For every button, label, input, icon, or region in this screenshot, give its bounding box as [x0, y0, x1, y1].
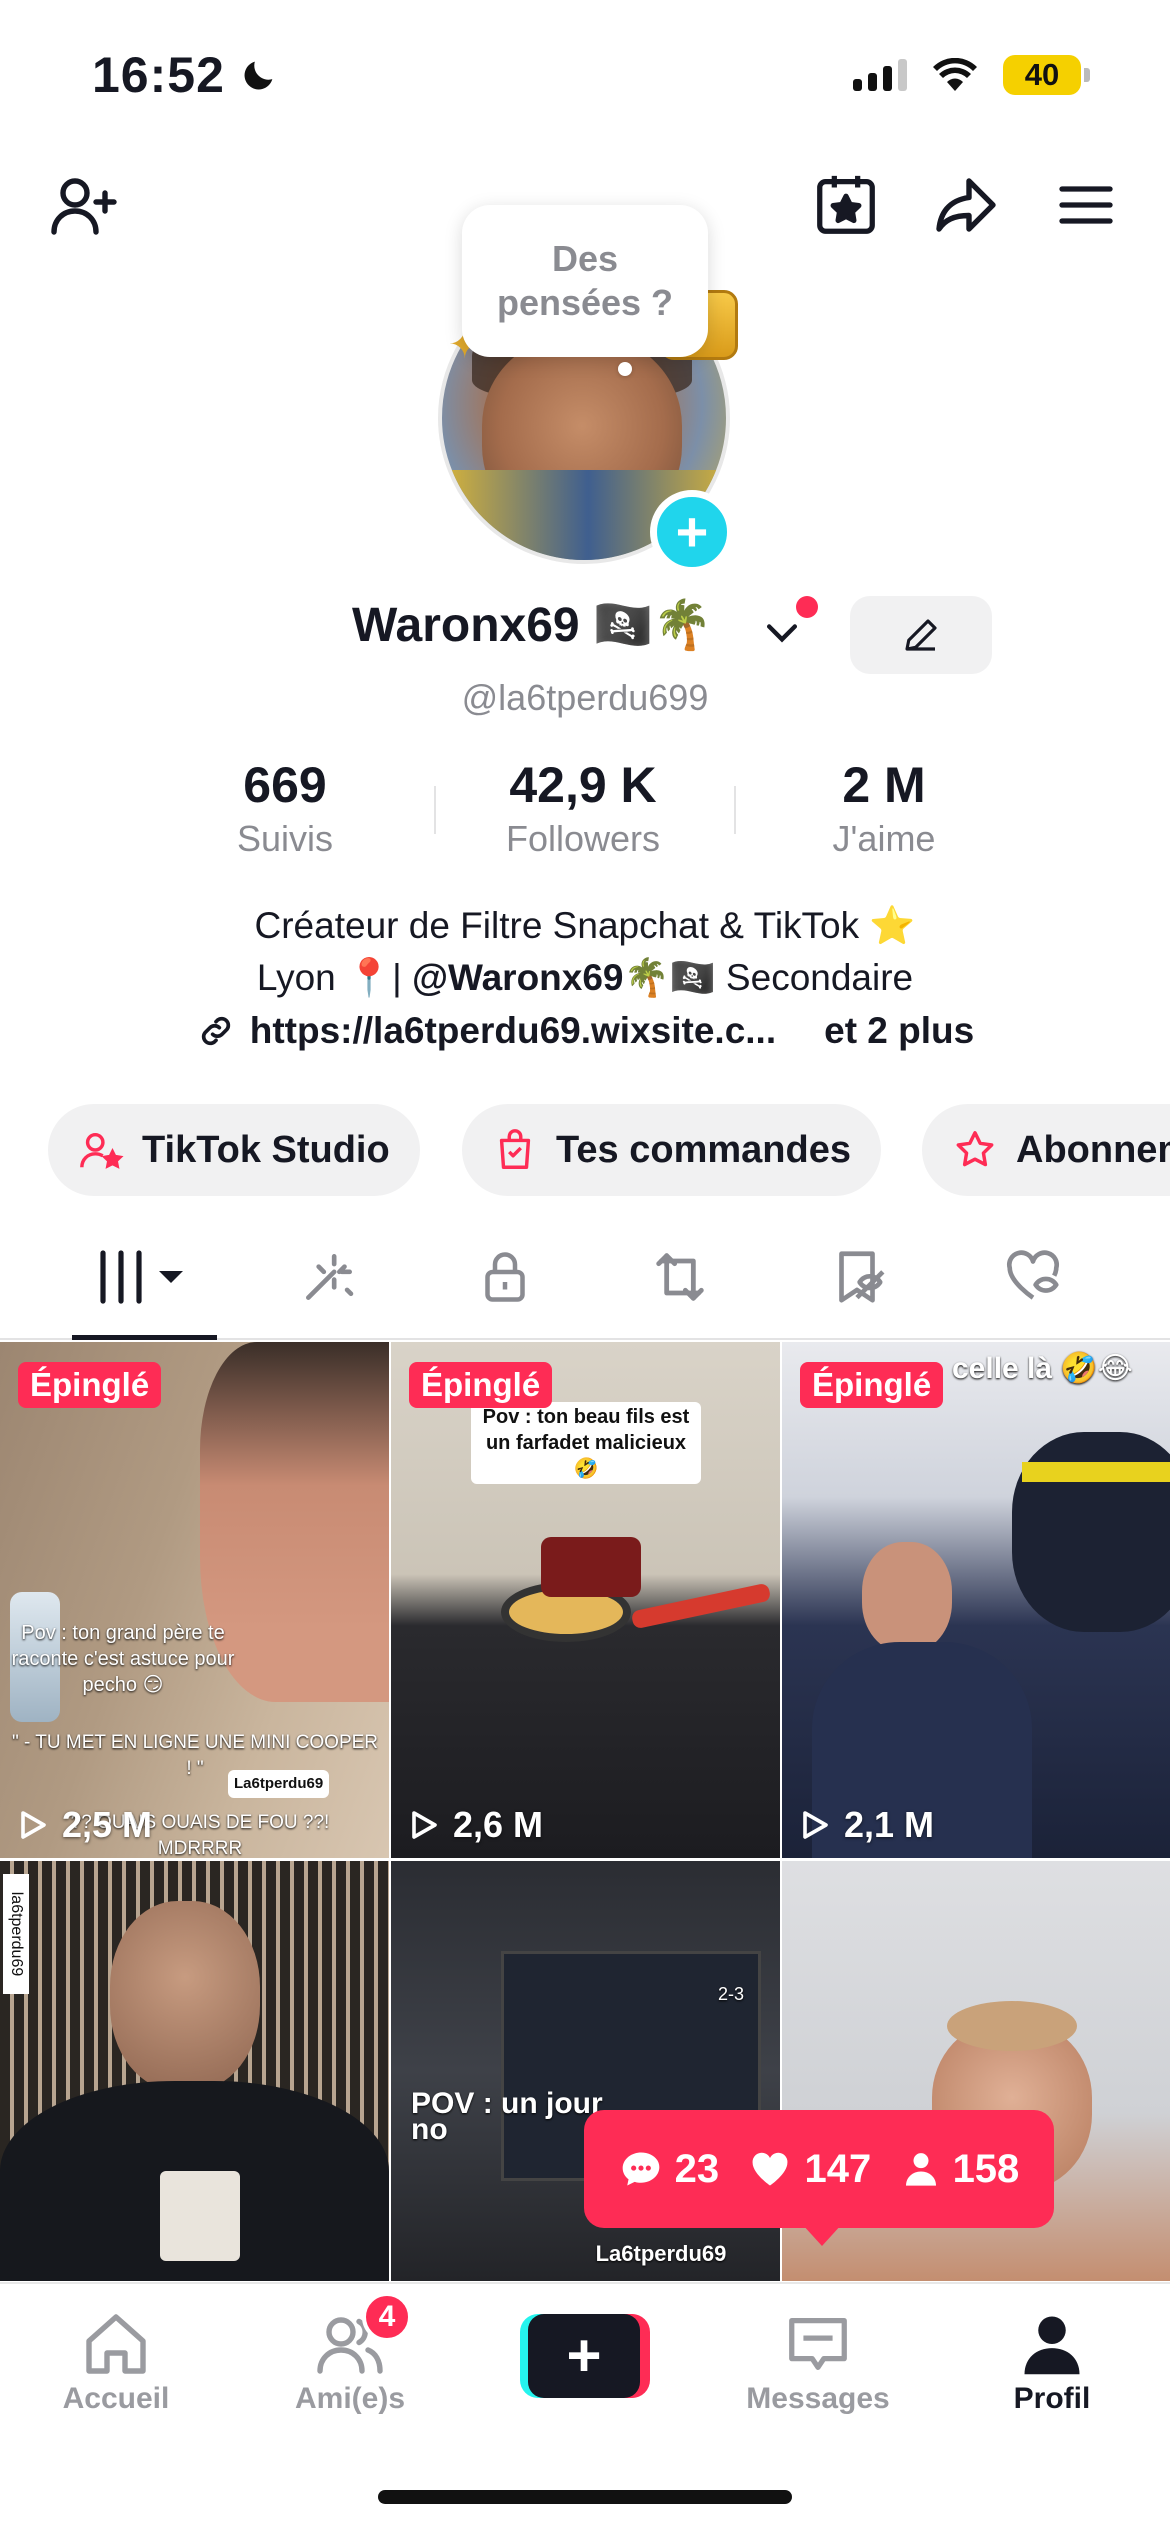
moon-icon — [244, 61, 273, 90]
profile-handle: @la6tperdu699 — [461, 677, 709, 718]
nav-home[interactable]: Accueil — [16, 2306, 216, 2416]
wifi-icon — [933, 58, 977, 91]
stat-likes[interactable]: 2 M J'aime — [744, 756, 1024, 860]
edit-profile-button[interactable] — [850, 596, 992, 674]
bubble-tail — [618, 362, 632, 376]
calendar-star-icon[interactable] — [808, 165, 884, 245]
profile-link-row[interactable]: https://la6tperdu69.wixsite.c... et 2 pl… — [0, 1010, 1170, 1052]
home-icon — [86, 2314, 146, 2374]
comments-count: 23 — [619, 2147, 719, 2192]
stat-divider — [434, 786, 436, 834]
grid-icon — [100, 1250, 183, 1304]
pinned-badge: Épinglé — [18, 1362, 162, 1408]
tab-favorites[interactable] — [792, 1242, 922, 1312]
profile-link[interactable]: https://la6tperdu69.wixsite.c... — [250, 1010, 776, 1052]
link-more[interactable]: et 2 plus — [824, 1010, 974, 1052]
bookmark-hidden-icon — [839, 1251, 885, 1303]
stat-divider — [734, 786, 736, 834]
nav-profile[interactable]: Profil — [952, 2306, 1152, 2416]
likes-count: 147 — [748, 2147, 871, 2192]
orders-icon — [499, 1129, 531, 1169]
signal-icon — [853, 59, 907, 91]
profile-stats: 669 Suivis 42,9 K Followers 2 M J'aime — [0, 756, 1170, 866]
view-count: 2,6 M — [405, 1804, 543, 1846]
bio-mention[interactable]: @Waronx69🌴🏴‍☠️ — [412, 957, 716, 998]
nav-messages[interactable]: Messages — [718, 2306, 918, 2416]
create-button[interactable]: + — [520, 2314, 650, 2398]
repost-icon — [656, 1253, 704, 1301]
bio-line-1: Créateur de Filtre Snapchat & TikTok ⭐ — [254, 905, 916, 946]
add-friend-icon[interactable] — [44, 165, 124, 245]
video-thumbnail[interactable]: Pov : ton beau fils est un farfadet mali… — [391, 1342, 780, 1858]
tab-videos[interactable] — [80, 1242, 210, 1312]
pinned-badge: Épinglé — [800, 1362, 944, 1408]
profile-bio: Créateur de Filtre Snapchat & TikTok ⭐ L… — [0, 900, 1170, 1004]
link-icon — [201, 1016, 230, 1046]
menu-icon[interactable] — [1048, 165, 1124, 245]
add-story-button[interactable]: + — [650, 490, 734, 574]
shortcut-chips: TikTok Studio Tes commandes Abonnem — [48, 1104, 1170, 1196]
lock-icon — [485, 1252, 525, 1302]
chip-orders[interactable]: Tes commandes — [462, 1104, 881, 1196]
content-tabs — [0, 1222, 1170, 1340]
notification-pointer — [802, 2224, 842, 2246]
thought-bubble[interactable]: Des pensées ? — [462, 205, 708, 357]
stat-followers[interactable]: 42,9 K Followers — [443, 756, 723, 860]
nav-friends[interactable]: Ami(e)s — [250, 2306, 450, 2416]
active-tab-indicator — [72, 1335, 217, 1340]
tab-liked[interactable] — [968, 1242, 1098, 1312]
bio-line-2: Lyon 📍| @Waronx69🌴🏴‍☠️ Secondaire — [256, 957, 914, 998]
chip-tiktok-studio[interactable]: TikTok Studio — [48, 1104, 420, 1196]
notification-dot — [796, 596, 818, 618]
play-icon — [803, 1811, 828, 1839]
activity-notification[interactable]: 23 147 158 — [584, 2110, 1054, 2228]
person-icon — [905, 2153, 936, 2186]
video-thumbnail[interactable]: Pov : ton grand père te raconte c'est as… — [0, 1342, 389, 1858]
subscription-icon — [956, 1131, 994, 1167]
status-icons: 40 — [853, 55, 1090, 95]
status-time: 16:52 — [92, 46, 279, 104]
play-icon — [412, 1811, 437, 1839]
view-count: 2,1 M — [796, 1804, 934, 1846]
pinned-badge: Épinglé — [409, 1362, 553, 1408]
heart-icon — [753, 2152, 788, 2186]
chip-subscriptions[interactable]: Abonnem — [922, 1104, 1170, 1196]
comment-icon — [622, 2152, 659, 2186]
tab-reposts[interactable] — [615, 1242, 745, 1312]
display-name[interactable]: Waronx69 🏴‍☠️🌴 — [352, 596, 713, 653]
battery-icon: 40 — [1003, 55, 1090, 95]
view-count: 2,5 M — [14, 1804, 152, 1846]
status-bar: 16:52 40 — [0, 0, 1170, 150]
tab-private[interactable] — [440, 1242, 570, 1312]
heart-hidden-icon — [1007, 1250, 1059, 1300]
play-icon — [21, 1811, 46, 1839]
effects-icon — [306, 1254, 354, 1300]
studio-icon — [80, 1132, 124, 1169]
stat-following[interactable]: 669 Suivis — [145, 756, 425, 860]
chevron-down-icon[interactable] — [760, 610, 804, 659]
tab-effects[interactable] — [264, 1242, 394, 1312]
messages-icon — [789, 2318, 847, 2370]
name-row: Waronx69 🏴‍☠️🌴 — [0, 596, 1170, 674]
pencil-icon — [905, 619, 937, 651]
friends-badge: 4 — [362, 2292, 412, 2342]
video-thumbnail[interactable]: la6tperdu69 — [0, 1861, 389, 2281]
plus-icon: + — [528, 2314, 640, 2398]
followers-count: 158 — [901, 2147, 1019, 2192]
video-thumbnail[interactable]: celle là 🤣😂 Épinglé 2,1 M — [782, 1342, 1170, 1858]
profile-icon — [1024, 2316, 1080, 2375]
share-icon[interactable] — [928, 165, 1004, 245]
home-indicator[interactable] — [378, 2490, 792, 2504]
